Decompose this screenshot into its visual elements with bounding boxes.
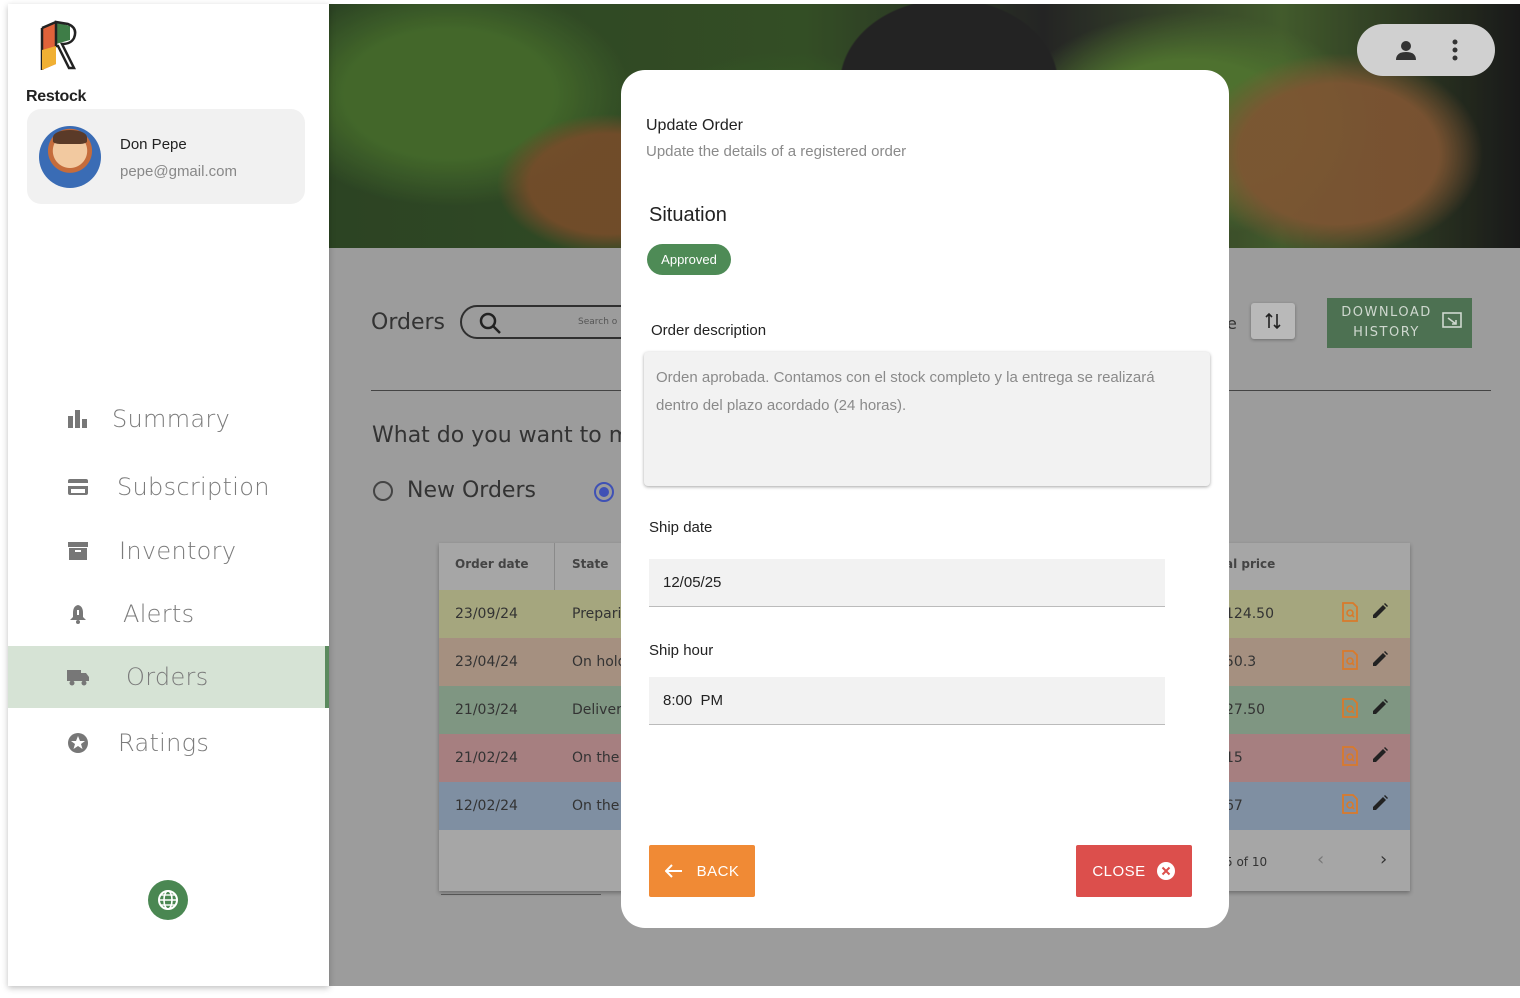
dialog-subtitle: Update the details of a registered order — [646, 143, 907, 160]
arrow-left-icon — [664, 864, 682, 878]
bell-icon — [66, 602, 90, 626]
column-header-order-date[interactable]: Order date — [455, 557, 529, 571]
truck-icon — [66, 665, 90, 689]
restock-logo-icon — [40, 20, 77, 70]
sidebar-item-subscription[interactable]: Subscription — [8, 456, 329, 518]
sidebar-item-label: Alerts — [123, 600, 195, 628]
search-input[interactable]: Search o — [460, 305, 640, 339]
user-menu[interactable] — [1357, 24, 1495, 76]
column-header-total-price[interactable]: al price — [1225, 557, 1275, 571]
download-icon — [1442, 312, 1462, 328]
download-history-button[interactable]: DOWNLOAD HISTORY — [1327, 298, 1472, 348]
search-placeholder: Search o — [578, 317, 618, 327]
close-button[interactable]: CLOSE — [1076, 845, 1192, 897]
chevron-right-icon[interactable]: › — [1380, 849, 1387, 870]
view-document-icon[interactable] — [1341, 602, 1359, 622]
edit-pencil-icon[interactable] — [1371, 698, 1389, 716]
sidebar-item-summary[interactable]: Summary — [8, 388, 329, 450]
radio-new-orders[interactable]: New Orders — [373, 478, 536, 503]
pagination-info: 5 of 10 — [1225, 855, 1268, 869]
profile-name: Don Pepe — [120, 136, 187, 153]
sidebar-item-ratings[interactable]: Ratings — [8, 712, 329, 774]
more-vert-icon[interactable] — [1452, 39, 1458, 61]
ship-hour-label: Ship hour — [649, 642, 714, 659]
divider — [441, 894, 601, 895]
update-order-dialog: Update Order Update the details of a reg… — [621, 70, 1229, 928]
close-circle-icon — [1156, 862, 1175, 880]
view-document-icon[interactable] — [1341, 650, 1359, 670]
bar-chart-icon — [66, 407, 90, 431]
order-type-question: What do you want to m — [372, 423, 631, 448]
sidebar: Restock Don Pepe pepe@gmail.com Summary … — [8, 4, 329, 986]
sidebar-item-label: Ratings — [118, 729, 210, 757]
sidebar-item-label: Orders — [126, 663, 209, 691]
sort-button[interactable] — [1251, 303, 1295, 339]
view-document-icon[interactable] — [1341, 794, 1359, 814]
ship-hour-field[interactable]: 8:00 PM — [649, 677, 1165, 725]
globe-icon — [158, 890, 178, 910]
view-document-icon[interactable] — [1341, 698, 1359, 718]
dialog-title: Update Order — [646, 117, 743, 134]
profile-card[interactable]: Don Pepe pepe@gmail.com — [27, 109, 305, 204]
profile-email: pepe@gmail.com — [120, 163, 237, 180]
sidebar-item-label: Inventory — [119, 537, 237, 565]
brand-logo[interactable]: Restock — [26, 20, 96, 105]
sidebar-item-alerts[interactable]: Alerts — [8, 583, 329, 645]
sidebar-item-orders[interactable]: Orders — [8, 646, 329, 708]
back-button[interactable]: BACK — [649, 845, 755, 897]
star-icon — [66, 731, 90, 755]
column-header-state[interactable]: State — [572, 557, 608, 571]
chevron-left-icon[interactable]: ‹ — [1317, 849, 1324, 870]
person-icon[interactable] — [1395, 39, 1417, 61]
ship-date-field[interactable]: 12/05/25 — [649, 559, 1165, 607]
archive-icon — [66, 539, 90, 563]
search-icon — [479, 312, 501, 334]
sidebar-item-label: Subscription — [117, 473, 270, 501]
radio-button-selected[interactable] — [594, 482, 614, 502]
order-description-field[interactable]: Orden aprobada. Contamos con el stock co… — [644, 352, 1210, 486]
language-button[interactable] — [148, 880, 188, 920]
situation-label: Situation — [649, 204, 727, 226]
radio-button[interactable] — [373, 480, 393, 501]
sort-arrows-icon — [1265, 312, 1281, 330]
edit-pencil-icon[interactable] — [1371, 650, 1389, 668]
ship-date-label: Ship date — [649, 519, 713, 536]
page-title: Orders — [371, 310, 445, 335]
edit-pencil-icon[interactable] — [1371, 602, 1389, 620]
status-badge[interactable]: Approved — [647, 244, 731, 275]
avatar — [39, 126, 101, 188]
view-document-icon[interactable] — [1341, 746, 1359, 766]
brand-name: Restock — [26, 88, 87, 105]
credit-card-icon — [66, 475, 90, 499]
sidebar-item-inventory[interactable]: Inventory — [8, 520, 329, 582]
description-label: Order description — [651, 322, 767, 339]
edit-pencil-icon[interactable] — [1371, 794, 1389, 812]
edit-pencil-icon[interactable] — [1371, 746, 1389, 764]
sidebar-item-label: Summary — [112, 405, 231, 433]
